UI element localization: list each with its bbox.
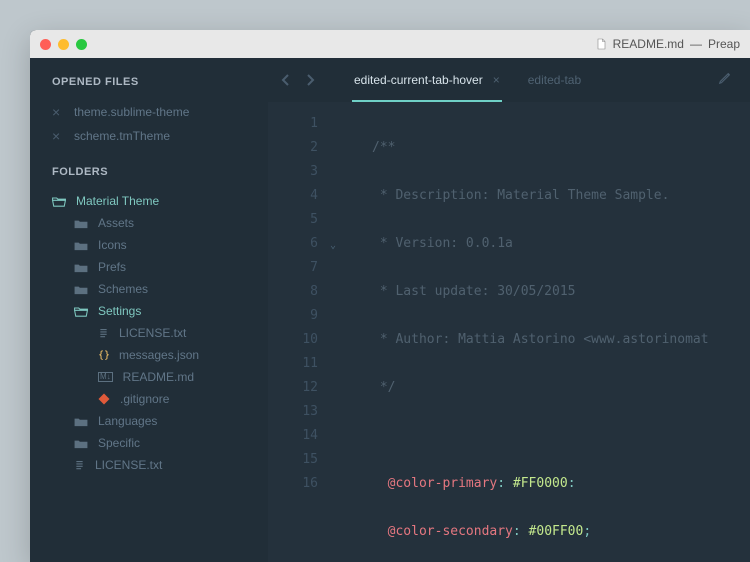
opened-files-header: OPENED FILES [30,76,268,100]
tree-label: LICENSE.txt [119,326,186,340]
tree-label: Icons [98,238,127,252]
folder-icon [74,284,88,295]
line-number: 5 [268,208,318,232]
folders-header: FOLDERS [30,166,268,190]
window-controls [40,39,87,50]
line-number: 16 [268,472,318,496]
nav-back-button[interactable] [276,70,296,90]
tree-label: Languages [98,414,157,428]
minimize-window-button[interactable] [58,39,69,50]
close-icon[interactable]: × [52,105,62,119]
title-app: Preap [708,37,740,51]
fold-chevron-icon[interactable]: ⌄ [330,234,336,258]
document-icon [595,38,607,50]
opened-file-label: scheme.tmTheme [74,129,170,143]
line-number: 2 [268,136,318,160]
line-number: 6⌄ [268,232,318,256]
folder-icon [74,262,88,273]
tab-inactive[interactable]: edited-tab [514,58,595,102]
line-number: 8 [268,280,318,304]
tree-root-label: Material Theme [76,194,159,208]
tree-label: Prefs [98,260,126,274]
tree-label: .gitignore [120,392,169,406]
tree-root[interactable]: Material Theme [30,190,268,212]
tree-file[interactable]: {} messages.json [30,344,268,366]
zoom-window-button[interactable] [76,39,87,50]
text-file-icon [74,459,85,472]
close-icon[interactable]: × [493,73,500,87]
nav-forward-button[interactable] [300,70,320,90]
editor-pane: edited-current-tab-hover × edited-tab 1 … [268,58,750,562]
tree-folder[interactable]: Prefs [30,256,268,278]
tree-folder-open[interactable]: Settings [30,300,268,322]
editor-window: README.md — Preap OPENED FILES × theme.s… [30,30,750,562]
line-number: 3 [268,160,318,184]
line-number: 14 [268,424,318,448]
json-file-icon: {} [98,350,109,361]
editor-topbar: edited-current-tab-hover × edited-tab [268,58,750,102]
tree-folder[interactable]: Icons [30,234,268,256]
folder-icon [74,438,88,449]
folder-open-icon [74,306,88,317]
tree-folder[interactable]: Assets [30,212,268,234]
tree-folder[interactable]: Specific [30,432,268,454]
tab-active[interactable]: edited-current-tab-hover × [340,58,514,102]
opened-file-label: theme.sublime-theme [74,105,189,119]
tree-file[interactable]: LICENSE.txt [30,454,268,476]
tree-label: messages.json [119,348,199,362]
tree-file[interactable]: LICENSE.txt [30,322,268,344]
tree-label: Settings [98,304,141,318]
code-content[interactable]: /** * Description: Material Theme Sample… [332,112,750,562]
git-file-icon [98,393,110,405]
line-number: 1 [268,112,318,136]
line-number: 4 [268,184,318,208]
tree-file[interactable]: .gitignore [30,388,268,410]
tree-folder[interactable]: Languages [30,410,268,432]
line-number: 12 [268,376,318,400]
tabs: edited-current-tab-hover × edited-tab [340,58,595,102]
tree-label: Assets [98,216,134,230]
line-number: 9 [268,304,318,328]
folder-open-icon [52,196,66,207]
title-separator: — [690,37,702,51]
tab-label: edited-current-tab-hover [354,73,483,87]
line-number: ▸▸ 11 [268,352,318,376]
folder-icon [74,240,88,251]
title-filename: README.md [613,37,684,51]
opened-file-item[interactable]: × scheme.tmTheme [30,124,268,148]
sidebar: OPENED FILES × theme.sublime-theme × sch… [30,58,268,562]
code-area[interactable]: 1 2 3 4 5 6⌄ 7 8 9 10 ▸▸ 11 12 13 [268,102,750,562]
markdown-file-icon: M↓ [98,372,113,382]
edit-button[interactable] [718,71,742,90]
opened-file-item[interactable]: × theme.sublime-theme [30,100,268,124]
line-number: 13 [268,400,318,424]
line-number: 10 [268,328,318,352]
close-icon[interactable]: × [52,129,62,143]
tab-label: edited-tab [528,73,581,87]
tree-label: Schemes [98,282,148,296]
titlebar: README.md — Preap [30,30,750,58]
tree-label: Specific [98,436,140,450]
line-number: 7 [268,256,318,280]
window-title: README.md — Preap [595,30,740,58]
close-window-button[interactable] [40,39,51,50]
tree-file[interactable]: M↓ README.md [30,366,268,388]
gutter: 1 2 3 4 5 6⌄ 7 8 9 10 ▸▸ 11 12 13 [268,112,332,562]
tree-folder[interactable]: Schemes [30,278,268,300]
folder-icon [74,218,88,229]
tree-label: README.md [123,370,194,384]
line-number: 15 [268,448,318,472]
text-file-icon [98,327,109,340]
folder-icon [74,416,88,427]
tree-label: LICENSE.txt [95,458,162,472]
